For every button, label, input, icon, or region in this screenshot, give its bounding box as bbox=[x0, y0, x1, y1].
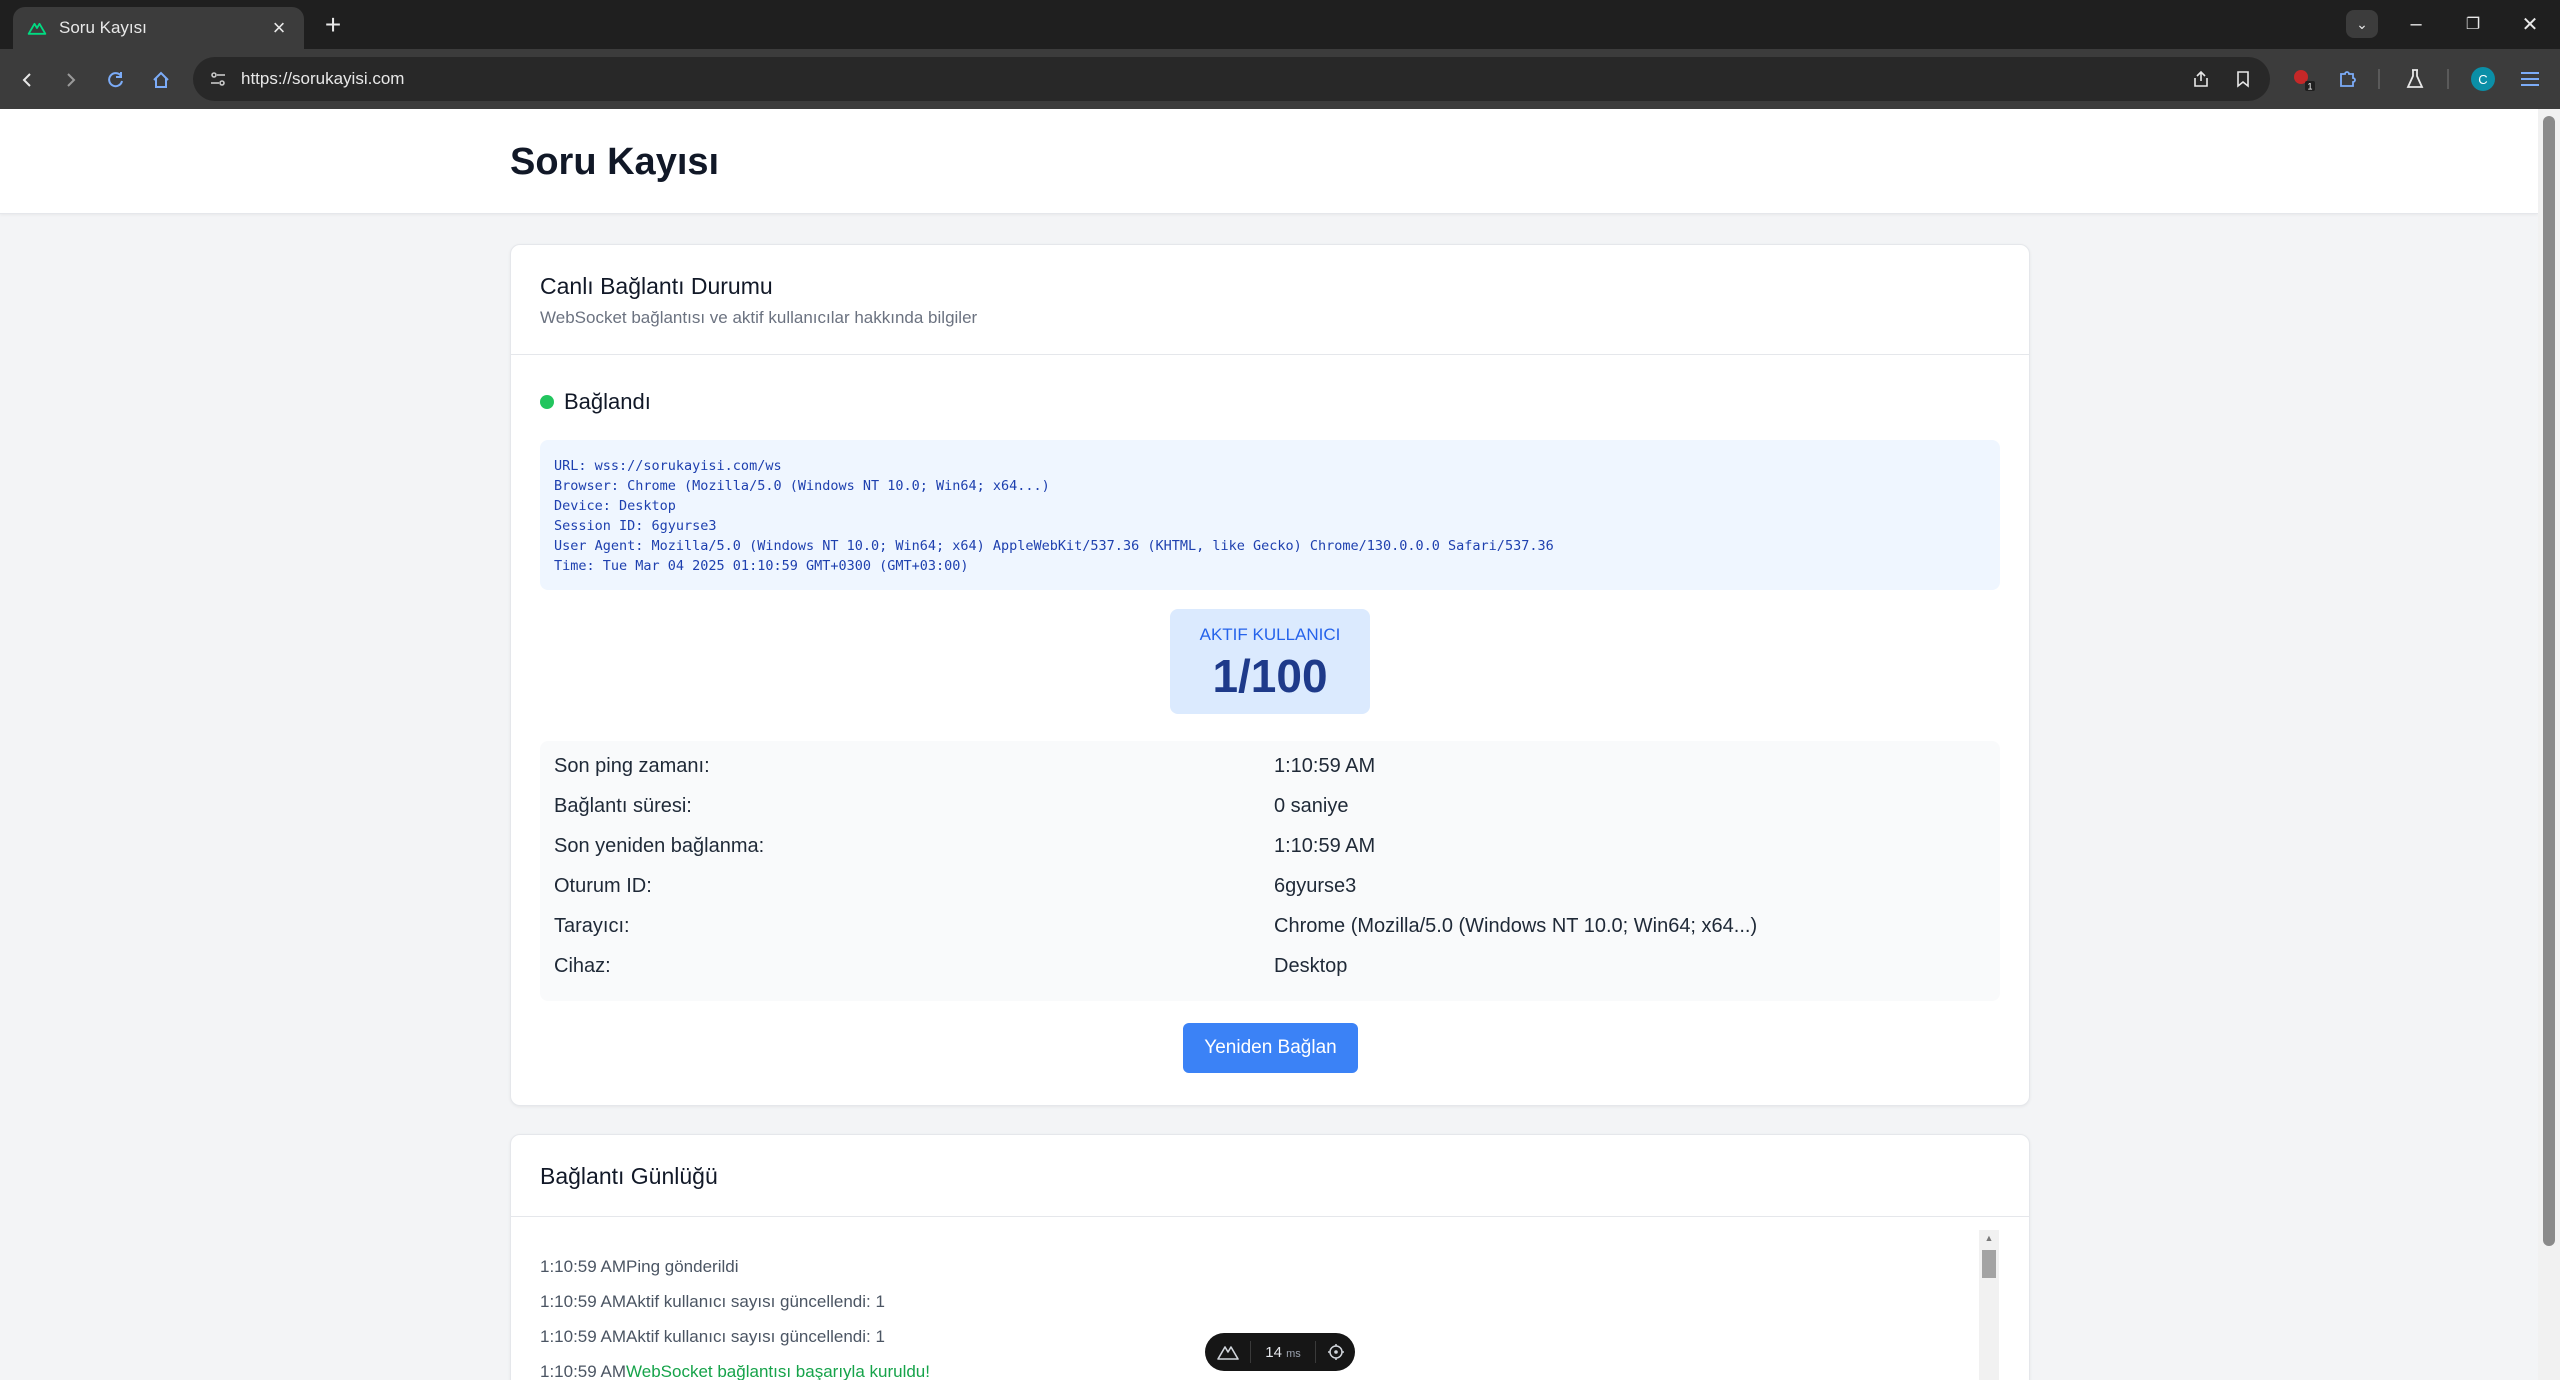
reconnect-button[interactable]: Yeniden Bağlan bbox=[1183, 1023, 1358, 1073]
log-entry: 1:10:59 AMWebSocket bağlantısı başarıyla… bbox=[540, 1362, 930, 1380]
stat-value: Chrome (Mozilla/5.0 (Windows NT 10.0; Wi… bbox=[1274, 915, 1758, 937]
extensions-puzzle-icon[interactable] bbox=[2333, 64, 2363, 94]
forward-icon[interactable] bbox=[56, 65, 86, 95]
svg-text:C: C bbox=[2478, 72, 2487, 87]
toolbar-divider bbox=[2447, 69, 2449, 89]
status-dot-icon bbox=[540, 395, 554, 409]
close-tab-icon[interactable]: × bbox=[268, 15, 290, 40]
page-scroll-thumb[interactable] bbox=[2543, 116, 2555, 1246]
stat-value: 6gyurse3 bbox=[1274, 875, 1357, 897]
connection-status-card: Canlı Bağlantı Durumu WebSocket bağlantı… bbox=[510, 244, 2030, 1106]
stat-row-browser: Tarayıcı: Chrome (Mozilla/5.0 (Windows N… bbox=[540, 907, 2000, 947]
stat-value: 1:10:59 AM bbox=[1274, 835, 1376, 857]
log-scrollbar[interactable]: ▲ bbox=[1979, 1230, 1999, 1380]
tab-title: Soru Kayısı bbox=[59, 18, 147, 37]
window-close-icon[interactable]: ✕ bbox=[2510, 10, 2550, 38]
scroll-up-icon[interactable]: ▲ bbox=[1979, 1230, 1999, 1246]
stat-label: Bağlantı süresi: bbox=[554, 795, 692, 817]
log-message-success: WebSocket bağlantısı başarıyla kuruldu! bbox=[626, 1362, 930, 1380]
page-header: Soru Kayısı bbox=[0, 109, 2538, 214]
info-line: Session ID: 6gyurse3 bbox=[554, 518, 717, 534]
browser-toolbar: https://sorukayisi.com 1 C bbox=[0, 49, 2560, 109]
info-line: Device: Desktop bbox=[554, 498, 676, 514]
log-message: Aktif kullanıcı sayısı güncellendi: 1 bbox=[626, 1327, 885, 1346]
toolbar-divider bbox=[2378, 69, 2380, 89]
log-time: 1:10:59 AM bbox=[540, 1327, 627, 1346]
extension-badge-icon[interactable]: 1 bbox=[2288, 64, 2318, 94]
render-time-unit: ms bbox=[1286, 1347, 1301, 1360]
card-title: Canlı Bağlantı Durumu bbox=[540, 273, 773, 299]
log-message: Aktif kullanıcı sayısı güncellendi: 1 bbox=[626, 1292, 885, 1311]
stat-value: 0 saniye bbox=[1274, 795, 1349, 817]
active-users-count: 1/100 bbox=[1212, 650, 1328, 702]
stat-row-device: Cihaz: Desktop bbox=[540, 947, 2000, 987]
log-time: 1:10:59 AM bbox=[540, 1362, 627, 1380]
minimize-icon[interactable]: – bbox=[2396, 10, 2436, 38]
page-viewport: Soru Kayısı Canlı Bağlantı Durumu WebSoc… bbox=[0, 109, 2538, 1380]
stat-value: 1:10:59 AM bbox=[1274, 755, 1376, 777]
log-scroll-thumb[interactable] bbox=[1982, 1250, 1996, 1278]
stat-label: Cihaz: bbox=[554, 955, 611, 977]
stat-label: Oturum ID: bbox=[554, 875, 652, 897]
connection-stats: Son ping zamanı: 1:10:59 AM Bağlantı sür… bbox=[540, 741, 2000, 1001]
reload-icon[interactable] bbox=[101, 65, 131, 95]
connection-status: Bağlandı bbox=[540, 389, 651, 415]
stat-row-last-reconnect: Son yeniden bağlanma: 1:10:59 AM bbox=[540, 827, 2000, 867]
stat-value: Desktop bbox=[1274, 955, 1348, 977]
stat-row-session-id: Oturum ID: 6gyurse3 bbox=[540, 867, 2000, 907]
menu-icon[interactable] bbox=[2515, 64, 2545, 94]
browser-tab[interactable]: Soru Kayısı × bbox=[13, 7, 304, 49]
stat-row-duration: Bağlantı süresi: 0 saniye bbox=[540, 787, 2000, 827]
log-time: 1:10:59 AM bbox=[540, 1257, 627, 1276]
labs-flask-icon[interactable] bbox=[2400, 64, 2430, 94]
active-users-box: AKTIF KULLANICI 1/100 bbox=[1170, 609, 1370, 714]
bookmark-icon[interactable] bbox=[2228, 64, 2258, 94]
restore-icon[interactable]: ❐ bbox=[2453, 10, 2493, 38]
new-tab-icon[interactable]: + bbox=[318, 9, 348, 40]
url-text[interactable]: https://sorukayisi.com bbox=[241, 69, 2186, 89]
log-entry: 1:10:59 AMPing gönderildi bbox=[540, 1257, 738, 1277]
devtools-pill[interactable]: 14 ms bbox=[1205, 1333, 1355, 1371]
connection-info-box: URL: wss://sorukayisi.com/ws Browser: Ch… bbox=[540, 440, 2000, 590]
active-users-label: AKTIF KULLANICI bbox=[1199, 625, 1341, 644]
render-time-value: 14 bbox=[1265, 1343, 1282, 1361]
browser-tabbar: Soru Kayısı × + ⌄ – ❐ ✕ bbox=[0, 0, 2560, 49]
back-icon[interactable] bbox=[12, 65, 42, 95]
status-text: Bağlandı bbox=[564, 389, 651, 414]
page-title: Soru Kayısı bbox=[510, 141, 720, 183]
share-icon[interactable] bbox=[2186, 64, 2216, 94]
site-info-icon[interactable] bbox=[203, 64, 233, 94]
log-message: Ping gönderildi bbox=[626, 1257, 739, 1276]
render-time: 14 ms bbox=[1251, 1344, 1315, 1361]
log-time: 1:10:59 AM bbox=[540, 1292, 627, 1311]
info-line: Time: Tue Mar 04 2025 01:10:59 GMT+0300 … bbox=[554, 558, 969, 574]
stat-label: Tarayıcı: bbox=[554, 915, 630, 937]
info-line: Browser: Chrome (Mozilla/5.0 (Windows NT… bbox=[554, 478, 1050, 494]
profile-avatar[interactable]: C bbox=[2468, 64, 2498, 94]
stat-label: Son ping zamanı: bbox=[554, 755, 710, 777]
log-entry: 1:10:59 AMAktif kullanıcı sayısı güncell… bbox=[540, 1292, 885, 1312]
nuxt-logo-icon bbox=[27, 22, 47, 35]
nuxt-devtools-icon[interactable] bbox=[1205, 1341, 1251, 1363]
address-bar[interactable]: https://sorukayisi.com bbox=[193, 57, 2270, 101]
card-header: Canlı Bağlantı Durumu WebSocket bağlantı… bbox=[511, 245, 2029, 355]
tab-search-icon[interactable]: ⌄ bbox=[2346, 10, 2378, 38]
home-icon[interactable] bbox=[146, 65, 176, 95]
card-subtitle: WebSocket bağlantısı ve aktif kullanıcıl… bbox=[540, 308, 978, 327]
stat-label: Son yeniden bağlanma: bbox=[554, 835, 765, 857]
inspect-target-icon[interactable] bbox=[1315, 1341, 1355, 1363]
card-title: Bağlantı Günlüğü bbox=[540, 1163, 718, 1189]
info-line: User Agent: Mozilla/5.0 (Windows NT 10.0… bbox=[554, 538, 1554, 554]
svg-text:1: 1 bbox=[2307, 82, 2312, 92]
info-line: URL: wss://sorukayisi.com/ws bbox=[554, 458, 782, 474]
stat-row-last-ping: Son ping zamanı: 1:10:59 AM bbox=[540, 747, 2000, 787]
card-header: Bağlantı Günlüğü bbox=[511, 1135, 2029, 1217]
log-entry: 1:10:59 AMAktif kullanıcı sayısı güncell… bbox=[540, 1327, 885, 1347]
